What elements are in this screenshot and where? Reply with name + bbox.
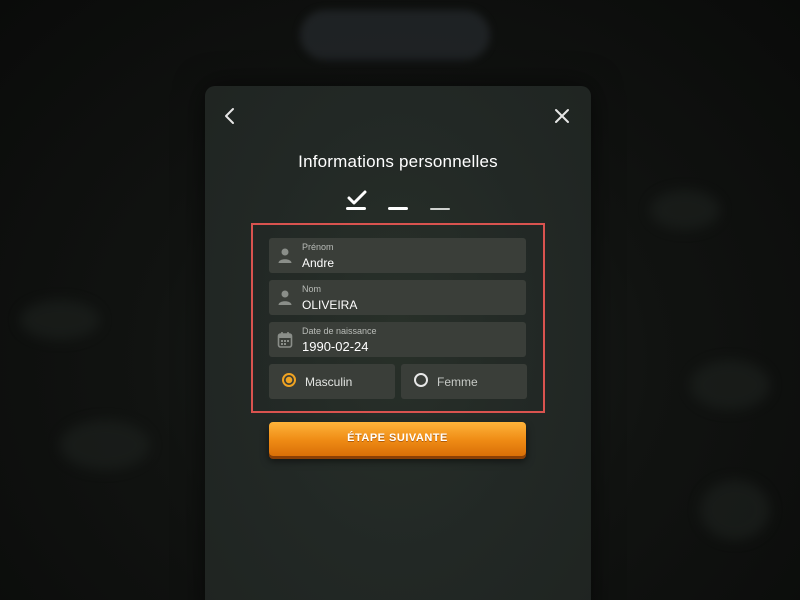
first-name-field[interactable]: Prénom Andre xyxy=(269,238,526,273)
close-button[interactable] xyxy=(550,104,574,128)
step-indicator xyxy=(340,188,460,214)
birth-date-value[interactable]: 1990-02-24 xyxy=(302,339,369,354)
user-icon xyxy=(278,248,292,263)
gender-option-female[interactable]: Femme xyxy=(401,364,527,399)
close-icon xyxy=(555,109,569,123)
birth-date-field[interactable]: Date de naissance 1990-02-24 xyxy=(269,322,526,357)
last-name-value[interactable]: OLIVEIRA xyxy=(302,298,357,312)
chevron-left-icon xyxy=(225,108,234,124)
background-banner xyxy=(300,10,490,60)
gender-male-label: Masculin xyxy=(305,375,353,389)
gender-female-label: Femme xyxy=(437,375,478,389)
first-name-label: Prénom xyxy=(302,242,334,252)
background-blob xyxy=(700,480,770,540)
radio-selected-icon[interactable] xyxy=(282,373,296,387)
radio-unselected-icon[interactable] xyxy=(414,373,428,387)
background-blob xyxy=(690,360,770,410)
step-3-upcoming xyxy=(430,208,450,210)
user-icon xyxy=(278,290,292,305)
check-icon xyxy=(347,190,367,205)
calendar-icon xyxy=(277,332,293,348)
dialog-title: Informations personnelles xyxy=(298,152,498,171)
gender-option-male[interactable]: Masculin xyxy=(269,364,395,399)
last-name-label: Nom xyxy=(302,284,322,294)
back-button[interactable] xyxy=(218,104,242,128)
birth-date-label: Date de naissance xyxy=(302,326,377,336)
game-background: Informations personnelles Prénom Andre N… xyxy=(0,0,800,600)
next-step-button[interactable]: ÉTAPE SUIVANTE xyxy=(269,422,526,456)
background-blob xyxy=(60,420,150,470)
step-1-completed xyxy=(346,207,366,210)
step-2-current xyxy=(388,207,408,210)
background-blob xyxy=(650,190,720,230)
last-name-field[interactable]: Nom OLIVEIRA xyxy=(269,280,526,315)
first-name-value[interactable]: Andre xyxy=(302,256,334,270)
background-blob xyxy=(20,300,100,340)
